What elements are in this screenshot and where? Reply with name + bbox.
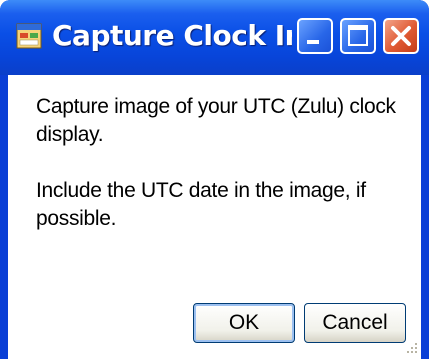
dialog-body: Capture image of your UTC (Zulu) clock d… [8,75,421,359]
message-line-1: Capture image of your UTC (Zulu) clock d… [36,95,396,146]
message-line-2: Include the UTC date in the image, if po… [36,179,366,230]
minimize-button[interactable] [297,18,333,54]
title-bar[interactable]: Capture Clock Im... [0,0,429,75]
minimize-icon [307,40,319,44]
ok-button[interactable]: OK [193,303,295,343]
close-button[interactable] [383,18,419,54]
dialog-window: Capture Clock Im... Capture image of you… [0,0,429,359]
window-title: Capture Clock Im... [52,19,292,52]
form-icon [16,23,42,49]
maximize-button[interactable] [340,18,376,54]
maximize-icon [348,25,368,46]
message-text: Capture image of your UTC (Zulu) clock d… [36,93,396,261]
cancel-button[interactable]: Cancel [304,303,406,343]
resize-grip-icon[interactable] [401,337,419,355]
close-icon [391,26,411,46]
